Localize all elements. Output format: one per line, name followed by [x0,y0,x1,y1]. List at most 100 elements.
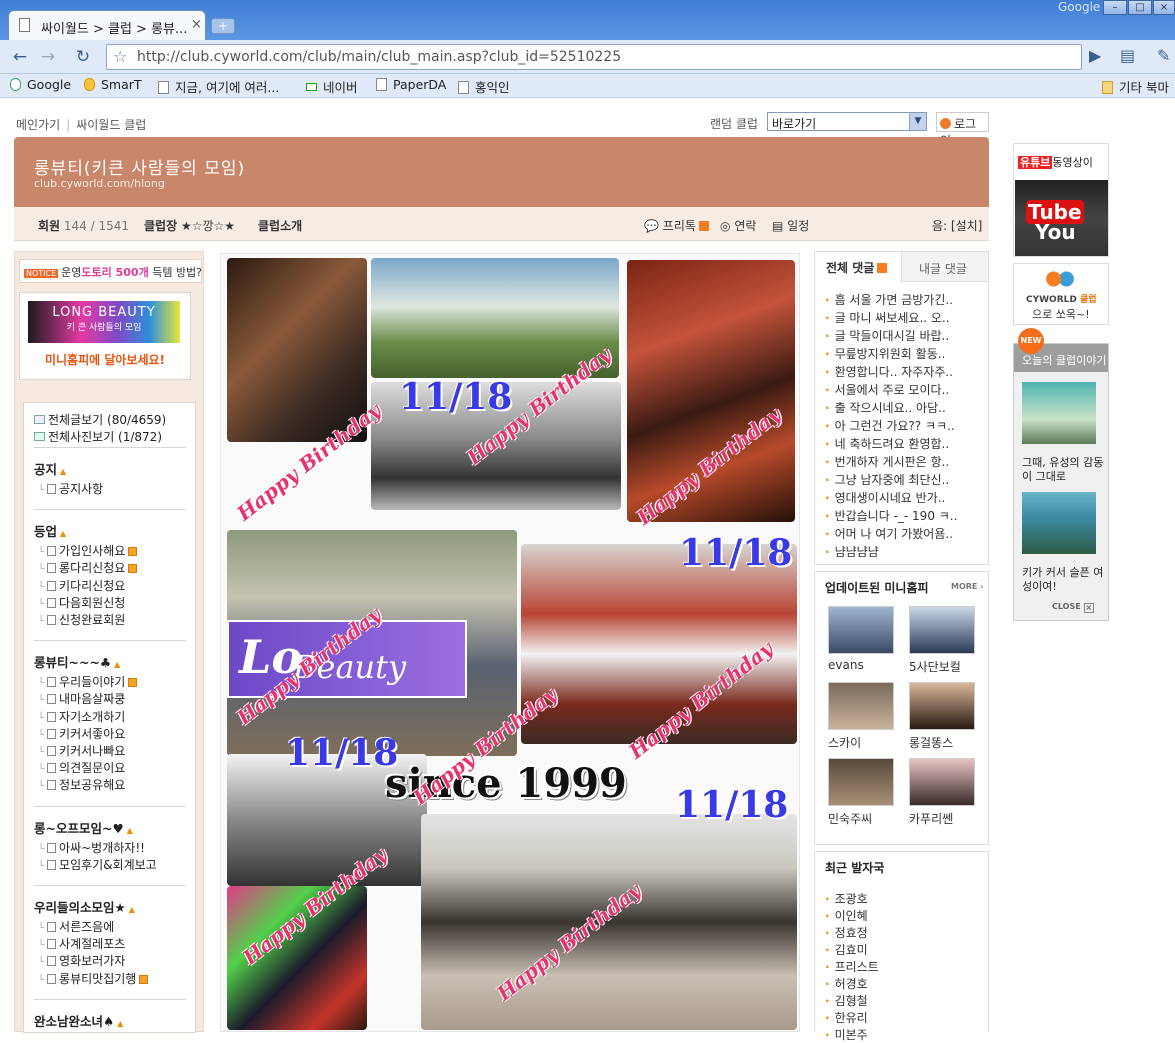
collapse-arrow-icon[interactable]: ▲ [60,529,66,538]
visitor-name[interactable]: 김효미 [825,941,868,958]
back-icon[interactable]: ← [8,45,32,69]
free-talk-link[interactable]: 💬 프리톡 [644,217,709,234]
visitor-name[interactable]: 김형철 [825,992,868,1009]
board-link[interactable]: └ 키다리신청요 [38,577,125,594]
cyworld-club-link[interactable]: 싸이월드 클럽 [76,118,146,132]
tab-close-icon[interactable]: × [191,17,202,32]
club-url[interactable]: club.cyworld.com/hlong [34,177,165,190]
collapse-arrow-icon[interactable]: ▲ [127,826,133,835]
board-link[interactable]: └ 키커서좋아요 [38,725,125,742]
youtube-ad[interactable]: 유튜브 동영상이 You Tube [1013,143,1109,257]
close-button[interactable]: CLOSE × [1052,602,1094,613]
reload-icon[interactable]: ↻ [71,45,95,69]
menu-section-heading[interactable]: 롱뷰티~~~♣ ▲ [34,652,120,671]
collapse-arrow-icon[interactable]: ▲ [117,1019,123,1028]
comment-item[interactable]: 글 마니 써보세요.. 오.. [825,309,950,326]
comment-item[interactable]: 환영합니다.. 자주자주.. [825,363,953,380]
board-link[interactable]: └ 아싸~벙개하자!! [38,839,145,856]
comment-item[interactable]: 서울에서 주로 모이다.. [825,381,950,398]
comment-item[interactable]: 영대생이시네요 반가.. [825,489,946,506]
board-link[interactable]: └ 영화보러가자 [38,952,125,969]
minihompy-thumbnail[interactable] [828,682,894,730]
comment-item[interactable]: 무릎방지위원회 활동.. [825,345,946,362]
minihompy-name[interactable]: 카푸리쎈 [909,810,953,827]
minihompy-thumbnail[interactable] [828,758,894,806]
minihompy-thumbnail[interactable] [909,606,975,654]
contact-link[interactable]: ◎ 연락 [720,217,756,234]
visitor-name[interactable]: 한유리 [825,1009,868,1026]
comment-item[interactable]: 흠 서울 가면 금방가긴.. [825,291,953,308]
members-info[interactable]: 회원 144 / 1541 [38,217,129,234]
minihompy-name[interactable]: 5사단보컬 [909,658,961,675]
minihompy-name[interactable]: evans [828,658,864,672]
comment-item[interactable]: 아 그런건 가요?? ㅋㅋ.. [825,417,955,434]
cyworld-club-ad[interactable]: CYWORLD 클럽 으로 쏘옥~! [1013,263,1109,325]
address-bar[interactable]: ☆ http://club.cyworld.com/club/main/club… [106,44,1082,70]
menu-section-heading[interactable]: 우리들의소모임★ ▲ [34,897,135,916]
bookmark-smart[interactable]: SmarT [84,77,142,92]
menu-section-heading[interactable]: 완소남완소녀♠ ▲ [34,1011,123,1030]
goto-select[interactable]: 바로가기 ▼ [767,112,927,131]
install-link[interactable]: 음: [설치] [932,217,982,234]
maximize-icon[interactable]: □ [1128,0,1152,15]
club-leader[interactable]: 클럽장 ★☆깡☆★ [144,217,235,234]
comment-item[interactable]: 네 축하드려요 환영합.. [825,435,950,452]
comment-item[interactable]: 그냥 남자중에 최단신.. [825,471,950,488]
tab-my-comments[interactable]: 내글 댓글 [919,260,967,277]
visitor-name[interactable]: 허경호 [825,975,868,992]
board-link[interactable]: └ 우리들이야기 [38,673,138,690]
collapse-arrow-icon[interactable]: ▲ [114,660,120,669]
login-button[interactable]: 로그인 [936,112,989,148]
comment-item[interactable]: 글 막들이대시길 바랍.. [825,327,950,344]
menu-section-heading[interactable]: 공지 ▲ [34,459,66,478]
comment-item[interactable]: 반갑습니다 -_- 190 ㅋ.. [825,507,958,524]
all-posts-link[interactable]: 전체글보기 (80/4659) [34,411,166,428]
new-tab-button[interactable]: + [211,18,235,34]
page-menu-icon[interactable]: ▤ [1120,46,1135,65]
collapse-arrow-icon[interactable]: ▲ [60,467,66,476]
main-link[interactable]: 메인가기 [16,118,60,132]
collapse-arrow-icon[interactable]: ▲ [129,905,135,914]
notice-banner[interactable]: NOTICE 운영도토리 500개 득템 방법? [19,259,202,283]
comment-item[interactable]: 냠냠냠냠 [825,543,879,560]
visitor-name[interactable]: 프리스트 [825,958,879,975]
board-link[interactable]: └ 내마음살짜쿵 [38,690,125,707]
story-image-1[interactable] [1022,382,1096,444]
window-close-icon[interactable]: × [1153,0,1175,15]
bookmark-now-here[interactable]: 지금, 여기에 여러... [158,77,279,96]
bookmark-google[interactable]: Google [10,77,71,92]
board-link[interactable]: └ 모임후기&회계보고 [38,856,157,873]
visitor-name[interactable]: 정효정 [825,924,868,941]
menu-section-heading[interactable]: 롱~오프모임~♥ ▲ [34,818,133,837]
schedule-link[interactable]: ▤ 일정 [772,217,809,234]
bookmark-other-folder[interactable]: 기타 북마 [1102,77,1169,96]
menu-section-heading[interactable]: 등업 ▲ [34,521,66,540]
story-caption-2[interactable]: 키가 커서 슬픈 여성이여! [1022,566,1106,594]
board-link[interactable]: └ 다음회원신청 [38,594,125,611]
visitor-name[interactable]: 이인혜 [825,907,868,924]
board-link[interactable]: └ 자기소개하기 [38,708,125,725]
browser-tab[interactable]: 싸이월드 > 클럽 > 롱뷰... × [8,10,206,40]
minihompy-name[interactable]: 롱걸똥스 [909,734,953,751]
all-photos-link[interactable]: 전체사진보기 (1/872) [34,428,162,445]
wrench-icon[interactable]: ✎ [1157,46,1170,65]
board-link[interactable]: └ 공지사항 [38,480,103,497]
board-link[interactable]: └ 롱다리신청요 [38,559,138,576]
more-link[interactable]: MORE › [951,582,983,591]
minihompy-thumbnail[interactable] [909,758,975,806]
board-link[interactable]: └ 신청완료회원 [38,611,125,628]
minihompy-thumbnail[interactable] [909,682,975,730]
comment-item[interactable]: 출 작으시네요.. 아담.. [825,399,946,416]
story-caption-1[interactable]: 그때, 유성의 감동이 그대로 [1022,456,1106,484]
visitor-name[interactable]: 조광호 [825,890,868,907]
comment-item[interactable]: 번개하자 게시판은 항.. [825,453,950,470]
bookmark-hongik[interactable]: 홍익인 [458,77,510,96]
tab-all-comments[interactable]: 전체 댓글 [815,252,902,282]
minihompy-thumbnail[interactable] [828,606,894,654]
club-intro-link[interactable]: 클럽소개 [258,217,302,234]
board-link[interactable]: └ 서른즈음에 [38,918,114,935]
board-link[interactable]: └ 롱뷰티맛집기행 [38,970,149,987]
comment-item[interactable]: 어머 나 여기 가봤어욤.. [825,525,953,542]
minihompy-name[interactable]: 민숙주씨 [828,810,872,827]
visitor-name[interactable]: 미본주 [825,1026,868,1043]
